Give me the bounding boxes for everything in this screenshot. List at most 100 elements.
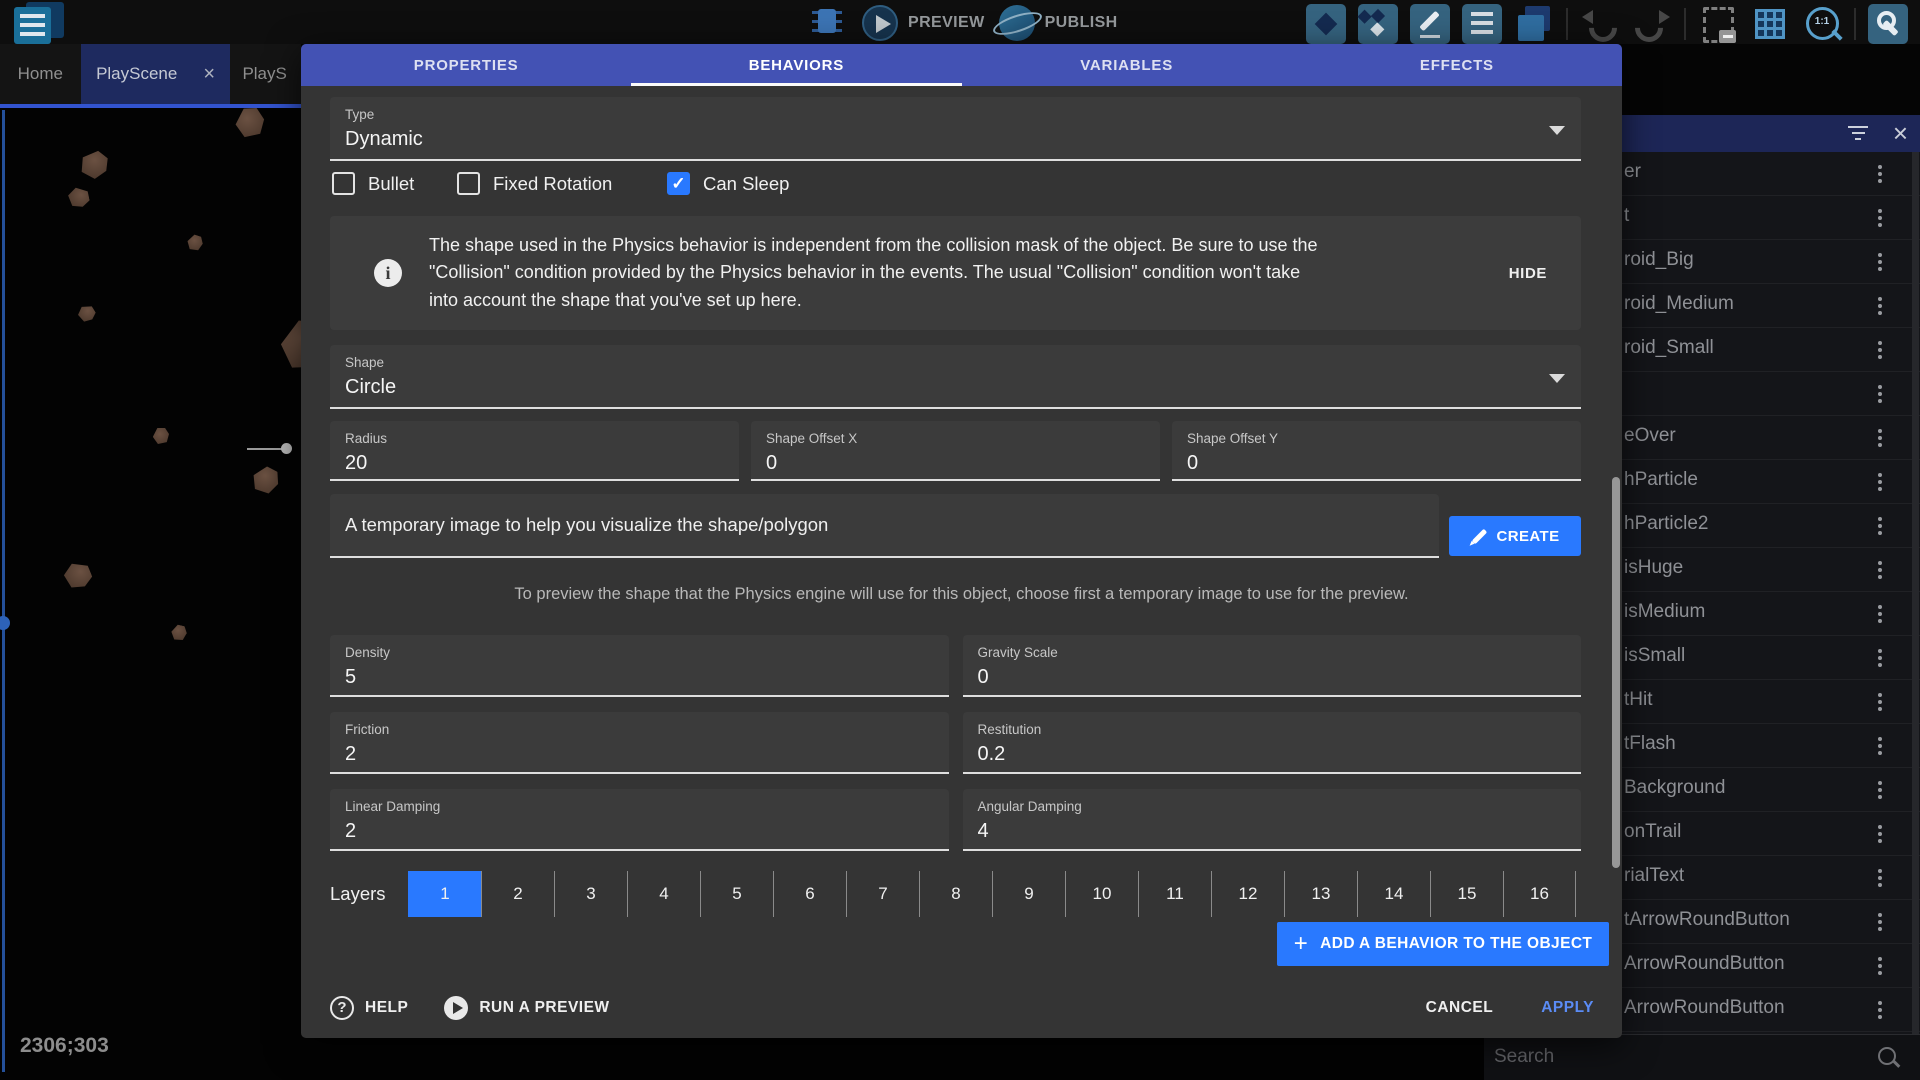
layer-cell-10[interactable]: 10: [1065, 871, 1138, 917]
tab-playscene-2[interactable]: PlayS: [242, 44, 301, 104]
create-button[interactable]: CREATE: [1449, 516, 1581, 556]
layer-cell-14[interactable]: 14: [1357, 871, 1430, 917]
hide-button[interactable]: HIDE: [1509, 265, 1547, 282]
row-menu-icon[interactable]: [1878, 825, 1882, 829]
row-menu-icon[interactable]: [1878, 737, 1882, 741]
shape-select[interactable]: Shape Circle: [330, 345, 1581, 409]
zoom-original-icon[interactable]: 1:1: [1802, 4, 1842, 44]
redo-icon[interactable]: [1632, 4, 1672, 44]
angular-damping-field[interactable]: Angular Damping 4: [963, 789, 1582, 851]
asteroid-sprite[interactable]: [169, 623, 189, 643]
row-menu-icon[interactable]: [1878, 649, 1882, 653]
project-manager-icon[interactable]: [14, 2, 66, 44]
asteroid-sprite[interactable]: [153, 428, 170, 445]
restitution-field[interactable]: Restitution 0.2: [963, 712, 1582, 774]
row-menu-icon[interactable]: [1878, 781, 1882, 785]
layer-cell-4[interactable]: 4: [627, 871, 700, 917]
row-menu-icon[interactable]: [1878, 517, 1882, 521]
asteroid-sprite[interactable]: [74, 145, 113, 184]
preview-button[interactable]: PREVIEW: [862, 5, 985, 41]
tab-behaviors[interactable]: BEHAVIORS: [631, 44, 961, 86]
publish-button[interactable]: PUBLISH: [999, 5, 1118, 41]
row-menu-icon[interactable]: [1878, 297, 1882, 301]
tab-home[interactable]: Home: [0, 44, 81, 104]
bullet-checkbox[interactable]: Bullet: [332, 172, 414, 195]
density-field[interactable]: Density 5: [330, 635, 949, 697]
settings-icon[interactable]: [1868, 4, 1908, 44]
search-input[interactable]: Search: [1494, 1046, 1554, 1068]
asteroid-sprite[interactable]: [235, 108, 265, 138]
add-behavior-button[interactable]: + ADD A BEHAVIOR TO THE OBJECT: [1277, 922, 1609, 966]
layer-cell-8[interactable]: 8: [919, 871, 992, 917]
objects-scrollbar[interactable]: [1912, 152, 1919, 1034]
radius-field[interactable]: Radius 20: [330, 421, 739, 481]
row-menu-icon[interactable]: [1878, 693, 1882, 697]
row-menu-icon[interactable]: [1878, 1001, 1882, 1005]
gdevelop-editor: PREVIEW PUBLISH 1:1 Home PlayScene × Pla…: [0, 0, 1920, 1080]
scene-origin-handle[interactable]: [0, 616, 10, 630]
temp-image-field[interactable]: A temporary image to help you visualize …: [330, 494, 1439, 558]
row-menu-icon[interactable]: [1878, 957, 1882, 961]
layer-cell-13[interactable]: 13: [1284, 871, 1357, 917]
asteroid-sprite[interactable]: [247, 462, 284, 499]
debug-icon[interactable]: [808, 3, 848, 43]
tab-close-icon[interactable]: ×: [203, 64, 215, 84]
apply-button[interactable]: APPLY: [1541, 999, 1594, 1017]
layers-icon[interactable]: [1514, 4, 1554, 44]
row-menu-icon[interactable]: [1878, 165, 1882, 169]
object-search-bar[interactable]: Search: [1484, 1034, 1920, 1080]
layer-cell-1[interactable]: 1: [408, 871, 481, 917]
row-menu-icon[interactable]: [1878, 913, 1882, 917]
asteroid-sprite[interactable]: [185, 233, 206, 254]
shape-offset-x-field[interactable]: Shape Offset X 0: [751, 421, 1160, 481]
row-menu-icon[interactable]: [1878, 341, 1882, 345]
objects-list-icon[interactable]: [1306, 4, 1346, 44]
object-groups-icon[interactable]: [1358, 4, 1398, 44]
row-menu-icon[interactable]: [1878, 561, 1882, 565]
row-menu-icon[interactable]: [1878, 253, 1882, 257]
undo-icon[interactable]: [1580, 4, 1620, 44]
dialog-scrollbar[interactable]: [1612, 477, 1620, 868]
cancel-button[interactable]: CANCEL: [1426, 999, 1494, 1017]
tab-properties[interactable]: PROPERTIES: [301, 44, 631, 86]
row-menu-icon[interactable]: [1878, 869, 1882, 873]
shape-offset-y-field[interactable]: Shape Offset Y 0: [1172, 421, 1581, 481]
layer-cell-15[interactable]: 15: [1430, 871, 1503, 917]
tab-effects[interactable]: EFFECTS: [1292, 44, 1622, 86]
layer-cell-7[interactable]: 7: [846, 871, 919, 917]
tab-playscene[interactable]: PlayScene ×: [81, 44, 231, 104]
layer-cell-2[interactable]: 2: [481, 871, 554, 917]
type-select[interactable]: Type Dynamic: [330, 97, 1581, 161]
row-menu-icon[interactable]: [1878, 429, 1882, 433]
linear-damping-field[interactable]: Linear Damping 2: [330, 789, 949, 851]
friction-field[interactable]: Friction 2: [330, 712, 949, 774]
panel-close-icon[interactable]: ×: [1893, 117, 1908, 150]
help-button[interactable]: ? HELP: [330, 996, 408, 1020]
layer-cell-6[interactable]: 6: [773, 871, 846, 917]
tab-variables[interactable]: VARIABLES: [962, 44, 1292, 86]
properties-icon[interactable]: [1462, 4, 1502, 44]
asteroid-sprite[interactable]: [66, 185, 90, 209]
row-menu-icon[interactable]: [1878, 473, 1882, 477]
layer-cell-5[interactable]: 5: [700, 871, 773, 917]
filter-icon[interactable]: [1848, 126, 1868, 140]
can-sleep-checkbox[interactable]: ✓ Can Sleep: [667, 172, 789, 195]
run-preview-button[interactable]: RUN A PREVIEW: [444, 996, 609, 1020]
row-menu-icon[interactable]: [1878, 605, 1882, 609]
object-drag-handle[interactable]: [281, 443, 292, 454]
object-name: eOver: [1624, 425, 1676, 447]
row-menu-icon[interactable]: [1878, 209, 1882, 213]
grid-icon[interactable]: [1750, 4, 1790, 44]
scene-edit-icon[interactable]: [1410, 4, 1450, 44]
layer-cell-16[interactable]: 16: [1503, 871, 1576, 917]
asteroid-sprite[interactable]: [74, 301, 97, 324]
fixed-rotation-checkbox[interactable]: Fixed Rotation: [457, 172, 612, 195]
gravity-scale-field[interactable]: Gravity Scale 0: [963, 635, 1582, 697]
asteroid-sprite[interactable]: [60, 558, 95, 593]
layer-cell-9[interactable]: 9: [992, 871, 1065, 917]
layer-cell-3[interactable]: 3: [554, 871, 627, 917]
layer-cell-11[interactable]: 11: [1138, 871, 1211, 917]
row-menu-icon[interactable]: [1878, 385, 1882, 389]
mask-selection-icon[interactable]: [1698, 4, 1738, 44]
layer-cell-12[interactable]: 12: [1211, 871, 1284, 917]
